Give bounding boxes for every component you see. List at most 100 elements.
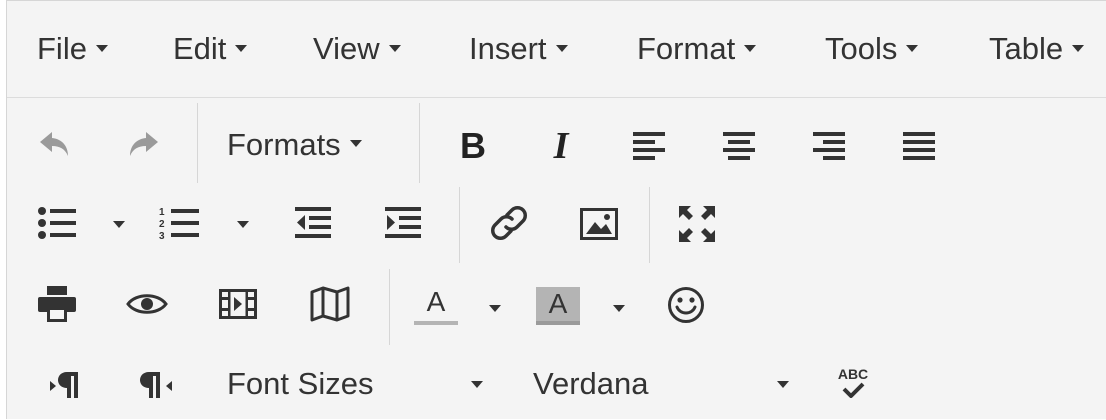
chevron-down-icon[interactable] (613, 305, 625, 312)
undo-icon (40, 132, 68, 156)
align-right-button[interactable] (809, 129, 849, 163)
font-sizes-label: Font Sizes (227, 366, 374, 401)
chevron-down-icon[interactable] (237, 221, 249, 228)
font-sizes-dropdown[interactable]: Font Sizes (227, 363, 507, 405)
text-color-icon: A (426, 286, 446, 317)
svg-text:2: 2 (159, 219, 165, 230)
formats-label: Formats (227, 127, 341, 162)
chevron-down-icon (555, 45, 568, 53)
menu-edit[interactable]: Edit (173, 27, 248, 71)
align-left-icon (633, 132, 665, 160)
fullscreen-button[interactable] (673, 201, 721, 247)
spellcheck-button[interactable]: ABC (831, 359, 875, 405)
chevron-down-icon[interactable] (489, 305, 501, 312)
spellcheck-label: ABC (837, 366, 869, 382)
outdent-icon (295, 207, 331, 238)
align-center-button[interactable] (719, 129, 759, 163)
svg-text:1: 1 (159, 207, 165, 218)
italic-icon: I (553, 125, 569, 167)
emoticons-button[interactable] (663, 283, 709, 327)
bullet-list-icon (38, 207, 76, 239)
insert-link-button[interactable] (487, 201, 531, 245)
film-icon (219, 289, 257, 319)
menu-format-label: Format (637, 31, 736, 66)
text-color-button[interactable]: A (411, 283, 461, 329)
chevron-down-icon (744, 45, 757, 53)
justify-button[interactable] (899, 129, 939, 163)
chevron-down-icon (388, 45, 401, 53)
chevron-down-icon (1072, 45, 1085, 53)
text-color-swatch (414, 321, 458, 325)
font-family-dropdown[interactable]: Verdana (533, 363, 803, 405)
numbered-list-icon: 1 2 3 (159, 207, 199, 241)
redo-icon (130, 132, 158, 156)
formats-dropdown[interactable]: Formats (227, 125, 397, 165)
toolbar-separator (649, 187, 650, 263)
toolbar-separator (197, 103, 198, 183)
image-icon (580, 208, 618, 240)
toolbar-separator (389, 269, 390, 345)
menu-format[interactable]: Format (637, 27, 757, 71)
eye-icon (126, 294, 168, 314)
rtl-icon (140, 372, 172, 398)
chevron-down-icon[interactable] (113, 221, 125, 228)
align-left-button[interactable] (629, 129, 669, 163)
undo-button[interactable] (33, 127, 77, 163)
indent-icon (385, 207, 421, 238)
menu-table-label: Table (989, 31, 1064, 66)
menu-table[interactable]: Table (989, 27, 1085, 71)
outdent-button[interactable] (291, 205, 335, 241)
smiley-icon (668, 287, 704, 323)
ltr-icon (50, 372, 78, 398)
rich-text-editor: File Edit View Insert Format Tools Table… (6, 0, 1106, 419)
map-icon (310, 286, 350, 322)
background-color-swatch (536, 321, 580, 325)
chevron-down-icon (906, 45, 919, 53)
align-center-icon (723, 132, 755, 160)
align-right-icon (813, 132, 845, 160)
chevron-down-icon (235, 45, 248, 53)
menu-tools[interactable]: Tools (825, 27, 919, 71)
numbered-list-button[interactable]: 1 2 3 (157, 203, 201, 243)
chevron-down-icon[interactable] (777, 381, 789, 388)
toolbar-row-1: Formats B I (7, 97, 1106, 183)
checkmark-icon (842, 382, 865, 398)
toolbar-separator (419, 103, 420, 183)
menu-file[interactable]: File (37, 27, 108, 71)
menu-insert[interactable]: Insert (469, 27, 568, 71)
link-icon (491, 206, 527, 240)
bold-button[interactable]: B (451, 125, 495, 167)
menu-view-label: View (313, 31, 380, 66)
chevron-down-icon (95, 45, 108, 53)
menu-tools-label: Tools (825, 31, 898, 66)
menu-insert-label: Insert (469, 31, 547, 66)
preview-button[interactable] (123, 285, 171, 323)
italic-button[interactable]: I (539, 125, 583, 167)
chevron-down-icon[interactable] (471, 381, 483, 388)
insert-image-button[interactable] (577, 205, 621, 243)
chevron-down-icon (349, 139, 362, 147)
insert-media-button[interactable] (215, 285, 261, 323)
printer-icon (38, 286, 76, 322)
toolbar-row-4: Font Sizes Verdana ABC (7, 345, 1106, 420)
rtl-button[interactable] (133, 363, 177, 405)
menu-file-label: File (37, 31, 87, 66)
toolbar-row-3: A A (7, 267, 1106, 345)
redo-button[interactable] (121, 127, 165, 163)
fullscreen-icon (679, 206, 715, 242)
align-justify-icon (903, 132, 935, 160)
bullet-list-button[interactable] (35, 203, 79, 243)
background-color-button[interactable]: A (533, 283, 583, 329)
menu-bar: File Edit View Insert Format Tools Table (7, 1, 1106, 98)
font-family-label: Verdana (533, 366, 649, 401)
toolbar-row-2: 1 2 3 (7, 183, 1106, 267)
print-button[interactable] (35, 283, 79, 325)
map-button[interactable] (307, 283, 353, 325)
indent-button[interactable] (381, 205, 425, 241)
svg-text:3: 3 (159, 231, 165, 241)
menu-view[interactable]: View (313, 27, 401, 71)
background-color-icon: A (536, 287, 580, 321)
menu-edit-label: Edit (173, 31, 227, 66)
toolbar-separator (459, 187, 460, 263)
ltr-button[interactable] (45, 363, 89, 405)
